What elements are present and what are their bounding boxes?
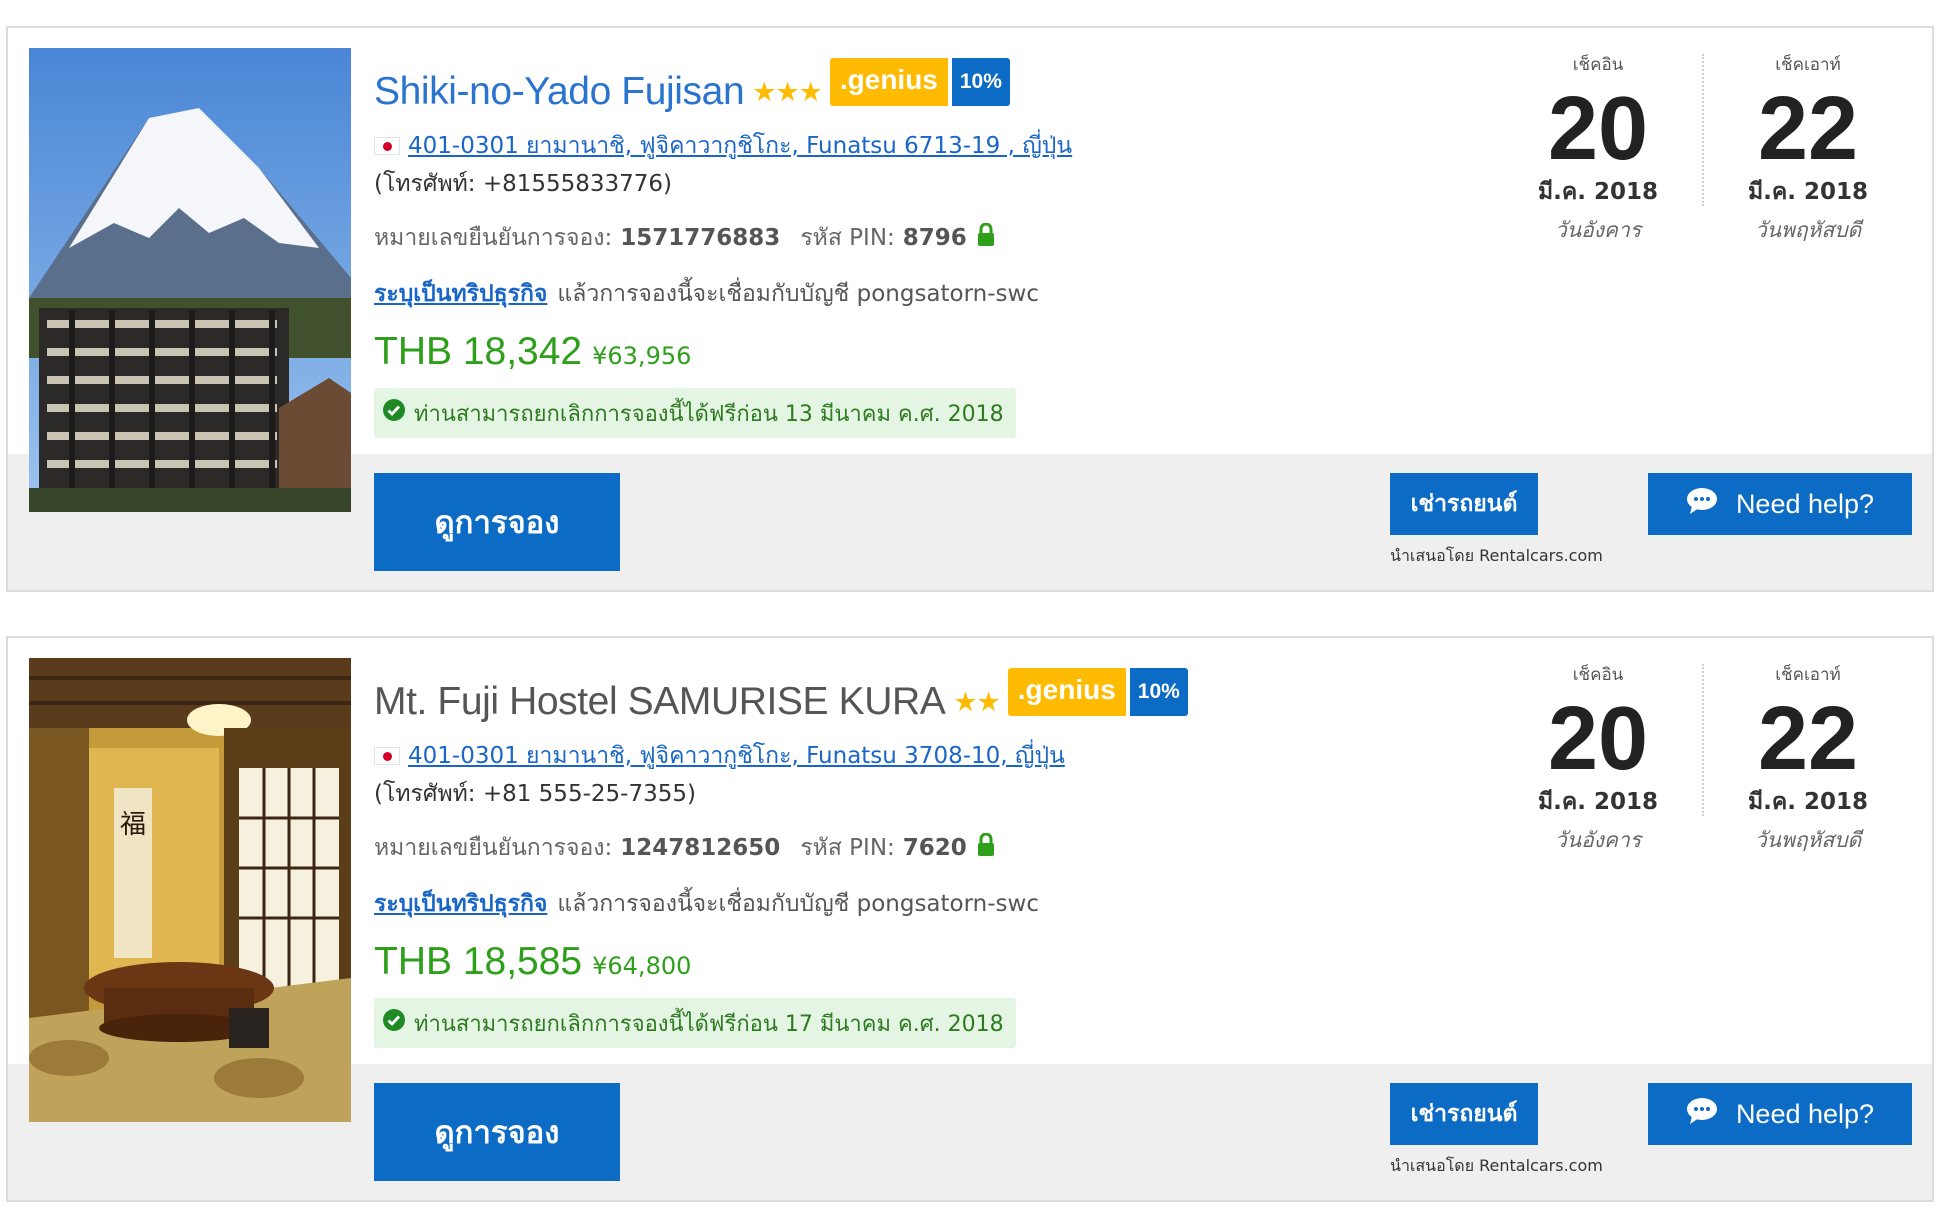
business-trip-text: แล้วการจองนี้จะเชื่อมกับบัญชี pongsatorn… (557, 891, 1039, 917)
mark-business-trip-link[interactable]: ระบุเป็นทริปธุรกิจ (374, 281, 547, 307)
checkin-label: เช็คอิน (1572, 665, 1624, 685)
need-help-button[interactable]: Need help? (1648, 1083, 1912, 1145)
pin-number: 7620 (902, 835, 967, 861)
hotel-photo[interactable]: 福 (29, 658, 351, 1122)
date-divider (1702, 664, 1704, 816)
checkout-label: เช็คเอาท์ (1775, 665, 1841, 685)
offered-by-text: นำเสนอโดย Rentalcars.com (1390, 546, 1603, 565)
price-jpy: ¥63,956 (592, 342, 692, 370)
svg-text:福: 福 (120, 810, 146, 840)
confirmation-number: 1247812650 (620, 835, 781, 861)
hotel-address: 401-0301 ยามานาชิ, ฟูจิคาวากูชิโกะ, Funa… (374, 128, 1072, 164)
checkin-month: มี.ค. 2018 (1537, 789, 1659, 815)
pin-number: 8796 (902, 225, 967, 251)
business-trip-row: ระบุเป็นทริปธุรกิจ แล้วการจองนี้จะเชื่อมก… (374, 276, 1039, 312)
mark-business-trip-link[interactable]: ระบุเป็นทริปธุรกิจ (374, 891, 547, 917)
confirmation-label: หมายเลขยืนยันการจอง: (374, 225, 613, 251)
checkout-date: เช็คเอาท์ 22 มี.ค. 2018 วันพฤหัสบดี (1708, 50, 1908, 247)
checkin-date: เช็คอิน 20 มี.ค. 2018 วันอังคาร (1498, 50, 1698, 247)
address-link[interactable]: 401-0301 ยามานาชิ, ฟูจิคาวากูชิโกะ, Funa… (408, 128, 1072, 164)
checkout-month: มี.ค. 2018 (1747, 179, 1869, 205)
lock-icon (977, 832, 995, 863)
checkout-day: 22 (1757, 689, 1859, 789)
booking-price: THB 18,342 ¥63,956 (374, 330, 691, 374)
offered-by-text: นำเสนอโดย Rentalcars.com (1390, 1156, 1603, 1175)
star-rating: ★★★ (752, 76, 823, 108)
pin-label: รหัส PIN: (800, 225, 895, 251)
checkin-weekday: วันอังคาร (1554, 218, 1642, 242)
hotel-photo-room: 福 (29, 658, 351, 1122)
price-jpy: ¥64,800 (592, 952, 692, 980)
checkout-weekday: วันพฤหัสบดี (1754, 218, 1862, 242)
booking-card: 福 Mt. Fuji Hostel SAMURISE KURA ★★ .geni (6, 636, 1934, 1202)
view-booking-button[interactable]: ดูการจอง (374, 1083, 620, 1181)
hotel-photo[interactable] (29, 48, 351, 512)
hotel-phone: (โทรศัพท์: +81 555-25-7355) (374, 781, 696, 807)
checkin-day: 20 (1547, 79, 1649, 179)
hotel-name: Mt. Fuji Hostel SAMURISE KURA (374, 680, 946, 723)
genius-badge: .genius 10% (829, 58, 1010, 106)
confirmation-number: 1571776883 (620, 225, 781, 251)
checkout-weekday: วันพฤหัสบดี (1754, 828, 1862, 852)
price-thb: THB 18,585 (374, 940, 583, 983)
price-thb: THB 18,342 (374, 330, 583, 373)
checkin-day: 20 (1547, 689, 1649, 789)
checkout-day: 22 (1757, 79, 1859, 179)
cancellation-text: ท่านสามารถยกเลิกการจองนี้ได้ฟรีก่อน 17 ม… (414, 1011, 1004, 1037)
chat-bubble-icon (1686, 1097, 1718, 1132)
booking-card: Shiki-no-Yado Fujisan ★★★ .genius 10% 40… (6, 26, 1934, 592)
checkout-date: เช็คเอาท์ 22 มี.ค. 2018 วันพฤหัสบดี (1708, 660, 1908, 857)
need-help-label: Need help? (1735, 1098, 1875, 1129)
lock-icon (977, 222, 995, 253)
genius-discount: 10% (1129, 668, 1188, 716)
need-help-button[interactable]: Need help? (1648, 473, 1912, 535)
check-circle-icon (382, 398, 406, 428)
view-booking-button[interactable]: ดูการจอง (374, 473, 620, 571)
pin-label: รหัส PIN: (800, 835, 895, 861)
japan-flag-icon (374, 137, 400, 155)
free-cancellation-notice: ท่านสามารถยกเลิกการจองนี้ได้ฟรีก่อน 13 ม… (374, 388, 1016, 438)
business-trip-text: แล้วการจองนี้จะเชื่อมกับบัญชี pongsatorn… (557, 281, 1039, 307)
checkout-month: มี.ค. 2018 (1747, 789, 1869, 815)
rent-car-button[interactable]: เช่ารถยนต์ (1390, 1083, 1538, 1145)
check-circle-icon (382, 1008, 406, 1038)
confirmation-label: หมายเลขยืนยันการจอง: (374, 835, 613, 861)
hotel-phone: (โทรศัพท์: +81555833776) (374, 171, 673, 197)
checkin-weekday: วันอังคาร (1554, 828, 1642, 852)
chat-bubble-icon (1686, 487, 1718, 522)
genius-label: .genius (829, 58, 948, 106)
hotel-photo-fuji (29, 48, 351, 512)
date-divider (1702, 54, 1704, 206)
hotel-name-link[interactable]: Shiki-no-Yado Fujisan (374, 70, 745, 114)
checkin-date: เช็คอิน 20 มี.ค. 2018 วันอังคาร (1498, 660, 1698, 857)
confirmation-row: หมายเลขยืนยันการจอง: 1571776883 รหัส PIN… (374, 220, 995, 256)
hotel-title-row: Mt. Fuji Hostel SAMURISE KURA ★★ .genius… (374, 668, 1188, 730)
checkin-label: เช็คอิน (1572, 55, 1624, 75)
cancellation-text: ท่านสามารถยกเลิกการจองนี้ได้ฟรีก่อน 13 ม… (414, 401, 1004, 427)
genius-label: .genius (1007, 668, 1126, 716)
rent-car-button[interactable]: เช่ารถยนต์ (1390, 473, 1538, 535)
japan-flag-icon (374, 747, 400, 765)
booking-price: THB 18,585 ¥64,800 (374, 940, 691, 984)
address-link[interactable]: 401-0301 ยามานาชิ, ฟูจิคาวากูชิโกะ, Funa… (408, 738, 1065, 774)
checkout-label: เช็คเอาท์ (1775, 55, 1841, 75)
hotel-address: 401-0301 ยามานาชิ, ฟูจิคาวากูชิโกะ, Funa… (374, 738, 1065, 774)
free-cancellation-notice: ท่านสามารถยกเลิกการจองนี้ได้ฟรีก่อน 17 ม… (374, 998, 1016, 1048)
star-rating: ★★ (953, 686, 1000, 718)
genius-discount: 10% (951, 58, 1010, 106)
checkin-month: มี.ค. 2018 (1537, 179, 1659, 205)
genius-badge: .genius 10% (1007, 668, 1188, 716)
need-help-label: Need help? (1735, 488, 1875, 519)
hotel-title-row: Shiki-no-Yado Fujisan ★★★ .genius 10% (374, 58, 1010, 120)
business-trip-row: ระบุเป็นทริปธุรกิจ แล้วการจองนี้จะเชื่อมก… (374, 886, 1039, 922)
confirmation-row: หมายเลขยืนยันการจอง: 1247812650 รหัส PIN… (374, 830, 995, 866)
